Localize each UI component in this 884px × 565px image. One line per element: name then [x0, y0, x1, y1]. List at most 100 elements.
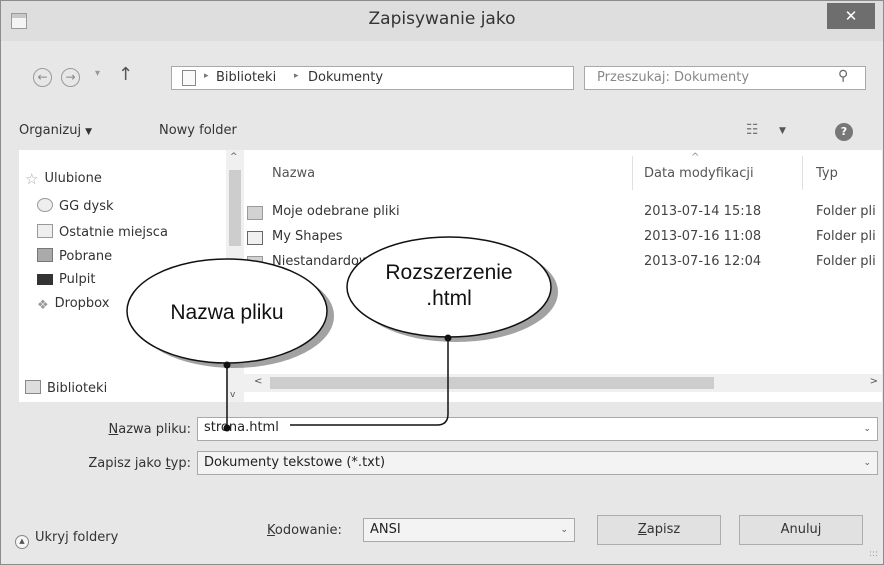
nav-item-label: Pulpit — [59, 272, 96, 287]
save-type-value: Dokumenty tekstowe (*.txt) — [204, 455, 386, 470]
save-button[interactable]: Zapisz — [597, 515, 721, 545]
horizontal-scroll-thumb[interactable] — [270, 377, 714, 389]
column-header-date[interactable]: Data modyfikacji — [644, 166, 754, 181]
nav-scroll-thumb[interactable] — [229, 170, 241, 246]
breadcrumb-separator-icon: ▸ — [204, 71, 209, 81]
search-input[interactable] — [597, 70, 827, 85]
file-list: ^ Nazwa Data modyfikacji Typ Moje odebra… — [244, 150, 882, 402]
nav-item-ulubione[interactable]: ☆ Ulubione — [25, 170, 102, 190]
breadcrumb-biblioteki[interactable]: Biblioteki — [216, 70, 276, 85]
back-button[interactable]: ← — [33, 68, 52, 87]
sort-indicator-icon: ^ — [691, 152, 700, 163]
file-name: Moje odebrane pliki — [272, 204, 400, 219]
nav-item-label: Pobrane — [59, 249, 113, 264]
navigation-pane: ☆ Ulubione GG dysk Ostatnie miejsca Pobra… — [19, 150, 244, 402]
encoding-label-accesskey: K — [267, 523, 275, 538]
save-type-label-post: yp: — [170, 456, 191, 471]
nav-item-gg-dysk[interactable]: GG dysk — [37, 198, 114, 218]
hide-folders-button[interactable]: ▲ Ukryj foldery — [15, 530, 118, 549]
save-type-select[interactable]: Dokumenty tekstowe (*.txt) ⌄ — [197, 451, 878, 475]
recent-locations-button[interactable]: ▾ — [95, 68, 100, 79]
resize-grip-icon[interactable]: ::: — [869, 549, 878, 559]
table-row[interactable]: Niestandardowe szablony pakietu Office 2… — [244, 254, 882, 276]
scroll-down-icon[interactable]: v — [230, 390, 235, 400]
help-icon[interactable]: ? — [835, 123, 853, 141]
breadcrumb-dokumenty[interactable]: Dokumenty — [308, 70, 383, 85]
column-header-name[interactable]: Nazwa — [272, 166, 315, 181]
up-button[interactable]: ↑ — [118, 64, 133, 85]
close-button[interactable]: ✕ — [827, 3, 875, 29]
scroll-up-icon[interactable]: ^ — [230, 152, 238, 162]
file-date: 2013-07-16 12:04 — [644, 254, 762, 269]
save-as-dialog: Zapisywanie jako ✕ ← → ▾ ↑ ▸ Biblioteki … — [0, 0, 884, 565]
folder-icon — [247, 206, 263, 220]
file-date: 2013-07-16 11:08 — [644, 229, 762, 244]
file-list-horizontal-scrollbar[interactable]: < > — [244, 374, 882, 392]
change-view-icon[interactable]: ☷ — [746, 122, 759, 138]
window-title: Zapisywanie jako — [368, 9, 516, 29]
encoding-dropdown-icon[interactable]: ⌄ — [560, 525, 568, 535]
file-type: Folder pli — [816, 254, 876, 269]
nav-item-label: Dropbox — [54, 296, 110, 311]
folder-icon — [247, 256, 263, 270]
breadcrumb-separator-icon: ▸ — [294, 71, 299, 81]
shapes-folder-icon — [247, 231, 263, 245]
scroll-left-icon[interactable]: < — [254, 376, 262, 387]
nav-pane-scrollbar[interactable]: ^ v — [226, 150, 244, 402]
collapse-up-icon: ▲ — [15, 535, 29, 549]
search-icon[interactable]: ⚲ — [838, 68, 848, 84]
chevron-down-icon: ▼ — [85, 127, 93, 137]
table-row[interactable]: My Shapes 2013-07-16 11:08 Folder pli — [244, 229, 882, 251]
forward-button[interactable]: → — [61, 68, 80, 87]
view-options-chevron-icon[interactable]: ▼ — [779, 126, 786, 136]
file-name: My Shapes — [272, 229, 343, 244]
filename-combobox[interactable]: ⌄ — [197, 417, 878, 441]
dropbox-icon: ❖ — [37, 298, 49, 313]
table-row[interactable]: Moje odebrane pliki 2013-07-14 15:18 Fol… — [244, 204, 882, 226]
folder-location-icon — [182, 70, 196, 86]
nav-item-biblioteki[interactable]: Biblioteki — [25, 380, 107, 400]
nav-item-dropbox[interactable]: ❖ Dropbox — [37, 296, 109, 316]
organize-label: Organizuj — [19, 123, 82, 138]
organize-menu-button[interactable]: Organizuj ▼ — [19, 123, 92, 138]
filename-input[interactable] — [204, 420, 824, 435]
filename-label-accesskey: N — [108, 422, 119, 437]
filename-label: Nazwa pliku: — [61, 422, 191, 437]
file-type: Folder pli — [816, 204, 876, 219]
encoding-label-text: odowanie: — [274, 523, 342, 538]
column-header-type[interactable]: Typ — [816, 166, 838, 181]
recent-places-icon — [37, 224, 53, 238]
encoding-value: ANSI — [370, 522, 401, 537]
nav-item-label: Ulubione — [44, 171, 102, 186]
nav-item-pulpit[interactable]: Pulpit — [37, 272, 95, 292]
address-toolbar: ← → ▾ ↑ ▸ Biblioteki ▸ Dokumenty ⌄ ↻ ⚲ — [1, 59, 883, 93]
nav-item-label: Ostatnie miejsca — [59, 225, 168, 240]
address-bar[interactable]: ▸ Biblioteki ▸ Dokumenty ⌄ ↻ — [171, 66, 718, 90]
file-type: Folder pli — [816, 229, 876, 244]
nav-item-pobrane[interactable]: Pobrane — [37, 248, 112, 268]
filename-label-text: azwa pliku: — [118, 422, 191, 437]
new-folder-button[interactable]: Nowy folder — [159, 123, 237, 138]
title-bar: Zapisywanie jako ✕ — [1, 1, 883, 41]
cancel-button[interactable]: Anuluj — [739, 515, 863, 545]
nav-item-ostatnie-miejsca[interactable]: Ostatnie miejsca — [37, 224, 168, 244]
save-type-label: Zapisz jako typ: — [41, 456, 191, 471]
desktop-icon — [37, 274, 53, 285]
column-divider[interactable] — [632, 156, 633, 190]
scroll-right-icon[interactable]: > — [870, 376, 878, 387]
file-name: Niestandardowe szablony pakietu Office — [272, 254, 534, 269]
search-box[interactable]: ⚲ — [584, 66, 866, 90]
column-divider[interactable] — [802, 156, 803, 190]
save-type-dropdown-icon[interactable]: ⌄ — [863, 458, 871, 468]
encoding-label: Kodowanie: — [267, 523, 342, 538]
save-accesskey: Z — [637, 522, 647, 537]
star-icon: ☆ — [25, 170, 39, 188]
file-date: 2013-07-14 15:18 — [644, 204, 762, 219]
downloads-icon — [37, 248, 53, 262]
filename-dropdown-icon[interactable]: ⌄ — [863, 424, 871, 434]
save-type-label-pre: Zapisz jako — [88, 456, 166, 471]
hide-folders-label: Ukryj foldery — [35, 530, 119, 545]
nav-item-label: Biblioteki — [47, 381, 108, 396]
save-label: apisz — [646, 522, 681, 537]
encoding-select[interactable]: ANSI ⌄ — [363, 518, 575, 542]
